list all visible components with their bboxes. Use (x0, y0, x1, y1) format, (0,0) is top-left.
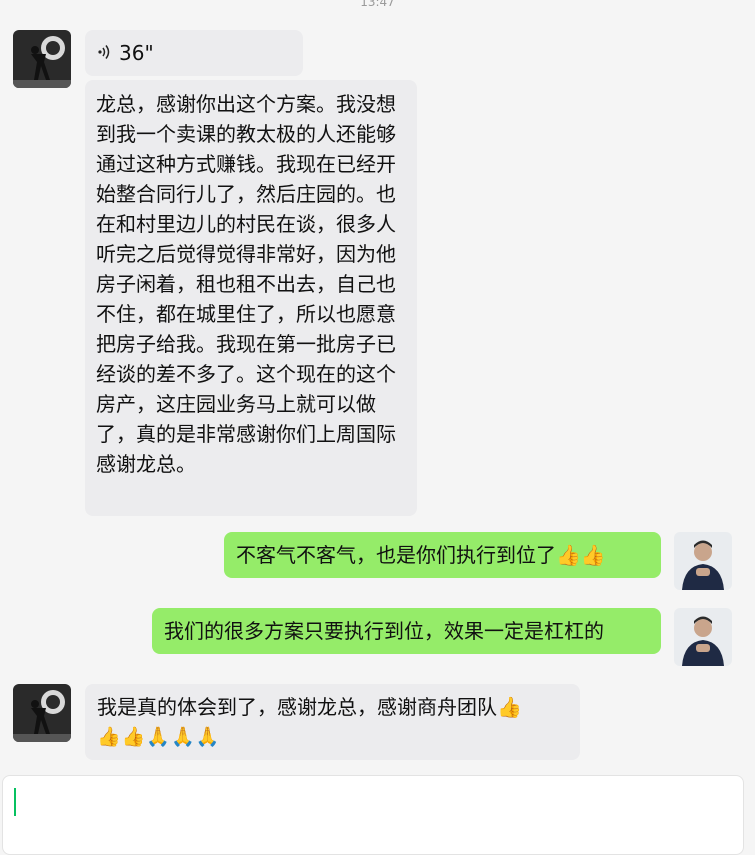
timestamp: 13:47 (360, 0, 395, 9)
text-message-bubble-self[interactable]: 不客气不客气，也是你们执行到位了👍👍 (224, 532, 661, 578)
message-text: 我是真的体会到了，感谢龙总，感谢商舟团队👍 (97, 695, 522, 719)
contact-avatar[interactable] (13, 684, 71, 742)
voice-message-bubble[interactable]: 36" (85, 30, 303, 76)
contact-avatar[interactable] (13, 30, 71, 88)
self-avatar[interactable] (674, 532, 732, 590)
message-text: 不客气不客气，也是你们执行到位了👍👍 (236, 543, 606, 567)
voice-wave-icon (97, 38, 111, 68)
message-text: 龙总，感谢你出这个方案。我没想到我一个卖课的教太极的人还能够通过这种方式赚钱。我… (96, 92, 396, 476)
text-message-bubble-self[interactable]: 我们的很多方案只要执行到位，效果一定是杠杠的 (152, 608, 661, 654)
message-text: 我们的很多方案只要执行到位，效果一定是杠杠的 (164, 619, 604, 643)
text-message-bubble[interactable]: 我是真的体会到了，感谢龙总，感谢商舟团队👍 👍👍🙏🙏🙏 (85, 684, 580, 760)
self-avatar[interactable] (674, 608, 732, 666)
message-input[interactable] (2, 775, 744, 855)
emoji-line: 👍👍🙏🙏🙏 (97, 726, 221, 748)
text-message-bubble[interactable]: 龙总，感谢你出这个方案。我没想到我一个卖课的教太极的人还能够通过这种方式赚钱。我… (85, 80, 417, 516)
voice-duration: 36" (119, 41, 154, 65)
text-caret (14, 788, 16, 816)
